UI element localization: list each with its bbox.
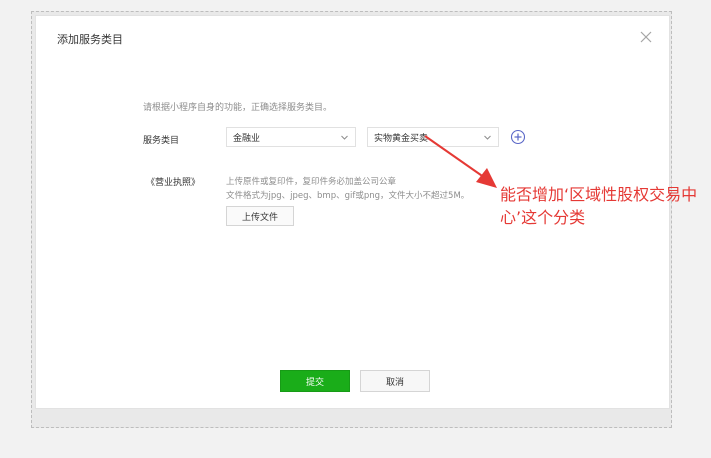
annotation-note: 能否增加‘区域性股权交易中心’这个分类 xyxy=(500,185,698,227)
plus-circle-icon xyxy=(510,129,526,145)
cancel-button[interactable]: 取消 xyxy=(360,370,430,392)
category-label: 服务类目 xyxy=(143,136,180,146)
category-hint: 请根据小程序自身的功能，正确选择服务类目。 xyxy=(143,103,333,113)
primary-category-select[interactable]: 金融业 xyxy=(226,127,356,147)
license-label: 《营业执照》 xyxy=(146,178,201,188)
secondary-category-value: 实物黄金买卖 xyxy=(374,133,429,144)
dialog-title: 添加服务类目 xyxy=(57,33,123,46)
close-icon xyxy=(640,31,652,43)
chevron-down-icon xyxy=(341,135,348,140)
upload-description-line1: 上传原件或复印件，复印件务必加盖公司公章 xyxy=(226,177,397,187)
submit-button[interactable]: 提交 xyxy=(280,370,350,392)
upload-file-button[interactable]: 上传文件 xyxy=(226,206,294,226)
chevron-down-icon xyxy=(484,135,491,140)
add-category-button[interactable] xyxy=(510,129,526,145)
secondary-category-select[interactable]: 实物黄金买卖 xyxy=(367,127,499,147)
close-button[interactable] xyxy=(638,29,654,45)
upload-description-line2: 文件格式为jpg、jpeg、bmp、gif或png，文件大小不超过5M。 xyxy=(226,191,470,201)
primary-category-value: 金融业 xyxy=(233,133,261,144)
